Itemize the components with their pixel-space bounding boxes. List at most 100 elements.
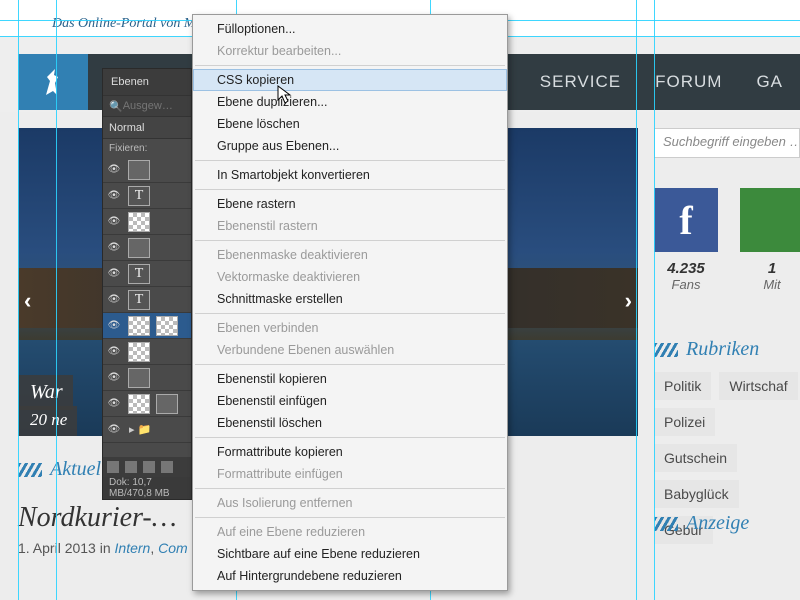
tag-gutschein[interactable]: Gutschein (654, 444, 737, 472)
menu-create-clippingmask[interactable]: Schnittmaske erstellen (193, 288, 507, 310)
menu-merge-visible[interactable]: Sichtbare auf eine Ebene reduzieren (193, 543, 507, 565)
article-meta: 1. April 2013 in Intern, Com (18, 540, 188, 556)
context-menu[interactable]: Fülloptionen... Korrektur bearbeiten... … (192, 14, 508, 591)
menu-fill-options[interactable]: Fülloptionen... (193, 18, 507, 40)
menu-separator (195, 240, 505, 241)
layer-row[interactable]: 👁T (103, 261, 191, 287)
menu-separator (195, 160, 505, 161)
layer-row[interactable]: 👁 (103, 157, 191, 183)
layer-thumb (128, 342, 150, 362)
tag-babyglueck[interactable]: Babyglück (654, 480, 739, 508)
layer-rows: 👁 👁T 👁 👁 👁T 👁T 👁 👁 👁 👁 👁▸ 📁 (103, 157, 191, 443)
visibility-icon[interactable]: 👁 (103, 372, 125, 383)
menu-group-layers[interactable]: Gruppe aus Ebenen... (193, 135, 507, 157)
facebook-box[interactable]: f 4.235 Fans (654, 188, 718, 292)
cat-com[interactable]: Com (158, 540, 188, 556)
menu-disable-vectormask: Vektormaske deaktivieren (193, 266, 507, 288)
mask-icon[interactable] (125, 461, 137, 473)
menu-paste-formatattrs: Formattribute einfügen (193, 463, 507, 485)
layer-thumb (128, 212, 150, 232)
layer-thumb (128, 160, 150, 180)
text-layer-icon: T (128, 186, 150, 206)
layer-thumb (128, 394, 150, 414)
visibility-icon[interactable]: 👁 (103, 242, 125, 253)
layers-search[interactable]: 🔍 (103, 95, 191, 117)
tag-politik[interactable]: Politik (654, 372, 711, 400)
visibility-icon[interactable]: 👁 (103, 268, 125, 279)
layer-row[interactable]: 👁T (103, 287, 191, 313)
tag-polizei[interactable]: Polizei (654, 408, 715, 436)
menu-separator (195, 65, 505, 66)
visibility-icon[interactable]: 👁 (103, 294, 125, 305)
lock-row: Fixieren: (103, 139, 191, 157)
visibility-icon[interactable]: 👁 (103, 320, 125, 331)
menu-separator (195, 488, 505, 489)
tag-wirtschaft[interactable]: Wirtschaf (719, 372, 797, 400)
menu-copy-formatattrs[interactable]: Formattribute kopieren (193, 441, 507, 463)
menu-duplicate-layer[interactable]: Ebene duplizieren... (193, 91, 507, 113)
guide-vertical (18, 0, 19, 600)
layer-row-selected[interactable]: 👁 (103, 313, 191, 339)
fb-count: 4.235 (667, 260, 705, 277)
mask-thumb (156, 316, 178, 336)
nav-item-ga[interactable]: GA (739, 72, 800, 92)
layer-row[interactable]: 👁 (103, 365, 191, 391)
layer-row[interactable]: 👁 (103, 235, 191, 261)
menu-select-linked: Verbundene Ebenen auswählen (193, 339, 507, 361)
menu-separator (195, 313, 505, 314)
ig-label: Mit (763, 277, 780, 292)
menu-delete-layer[interactable]: Ebene löschen (193, 113, 507, 135)
search-input[interactable]: Suchbegriff eingeben … (654, 128, 800, 158)
second-social-box[interactable]: 1 Mit (740, 188, 800, 292)
layer-row[interactable]: 👁 (103, 209, 191, 235)
layer-row[interactable]: 👁 (103, 339, 191, 365)
layer-row[interactable]: 👁▸ 📁 (103, 417, 191, 443)
menu-convert-smartobject[interactable]: In Smartobjekt konvertieren (193, 164, 507, 186)
menu-copy-layerstyle[interactable]: Ebenenstil kopieren (193, 368, 507, 390)
fx-icon[interactable] (107, 461, 119, 473)
menu-separator (195, 437, 505, 438)
section-rubriken: Rubriken (654, 338, 800, 361)
menu-paste-layerstyle[interactable]: Ebenenstil einfügen (193, 390, 507, 412)
visibility-icon[interactable]: 👁 (103, 398, 125, 409)
text-layer-icon: T (128, 264, 150, 284)
menu-rasterize-layer[interactable]: Ebene rastern (193, 193, 507, 215)
hatch-icon (654, 343, 678, 357)
menu-separator (195, 189, 505, 190)
blend-mode[interactable]: Normal (103, 117, 191, 139)
carousel-prev[interactable]: ‹ (24, 288, 31, 314)
menu-link-layers: Ebenen verbinden (193, 317, 507, 339)
layer-row[interactable]: 👁 (103, 391, 191, 417)
cat-intern[interactable]: Intern (115, 540, 151, 556)
layers-tab[interactable]: Ebenen (103, 69, 191, 95)
hero-caption-2: 20 ne (18, 406, 77, 436)
section-title-anzeige: Anzeige (686, 512, 749, 535)
adjustment-icon[interactable] (143, 461, 155, 473)
menu-copy-css[interactable]: CSS kopieren (193, 69, 507, 91)
layer-row[interactable]: 👁T (103, 183, 191, 209)
carousel-next[interactable]: › (625, 288, 632, 314)
layers-search-input[interactable] (123, 100, 183, 112)
nav-item-service[interactable]: SERVICE (523, 72, 638, 92)
panel-footer (103, 457, 191, 477)
section-title-rubriken: Rubriken (686, 338, 759, 361)
layer-thumb (128, 316, 150, 336)
visibility-icon[interactable]: 👁 (103, 190, 125, 201)
folder-icon[interactable] (161, 461, 173, 473)
visibility-icon[interactable]: 👁 (103, 346, 125, 357)
visibility-icon[interactable]: 👁 (103, 216, 125, 227)
visibility-icon[interactable]: 👁 (103, 424, 125, 435)
layer-thumb (128, 368, 150, 388)
menu-release-isolation: Aus Isolierung entfernen (193, 492, 507, 514)
facebook-icon: f (654, 188, 718, 252)
hero-caption-1: War (18, 375, 73, 410)
article-block: Nordkurier-… 1. April 2013 in Intern, Co… (18, 502, 188, 556)
article-title[interactable]: Nordkurier-… (18, 502, 188, 534)
layers-panel[interactable]: Ebenen 🔍 Normal Fixieren: 👁 👁T 👁 👁 👁T 👁T… (102, 68, 192, 500)
menu-clear-layerstyle[interactable]: Ebenenstil löschen (193, 412, 507, 434)
site-logo[interactable] (18, 54, 88, 110)
text-layer-icon: T (128, 290, 150, 310)
visibility-icon[interactable]: 👁 (103, 164, 125, 175)
menu-flatten[interactable]: Auf Hintergrundebene reduzieren (193, 565, 507, 587)
hatch-icon (18, 463, 42, 477)
